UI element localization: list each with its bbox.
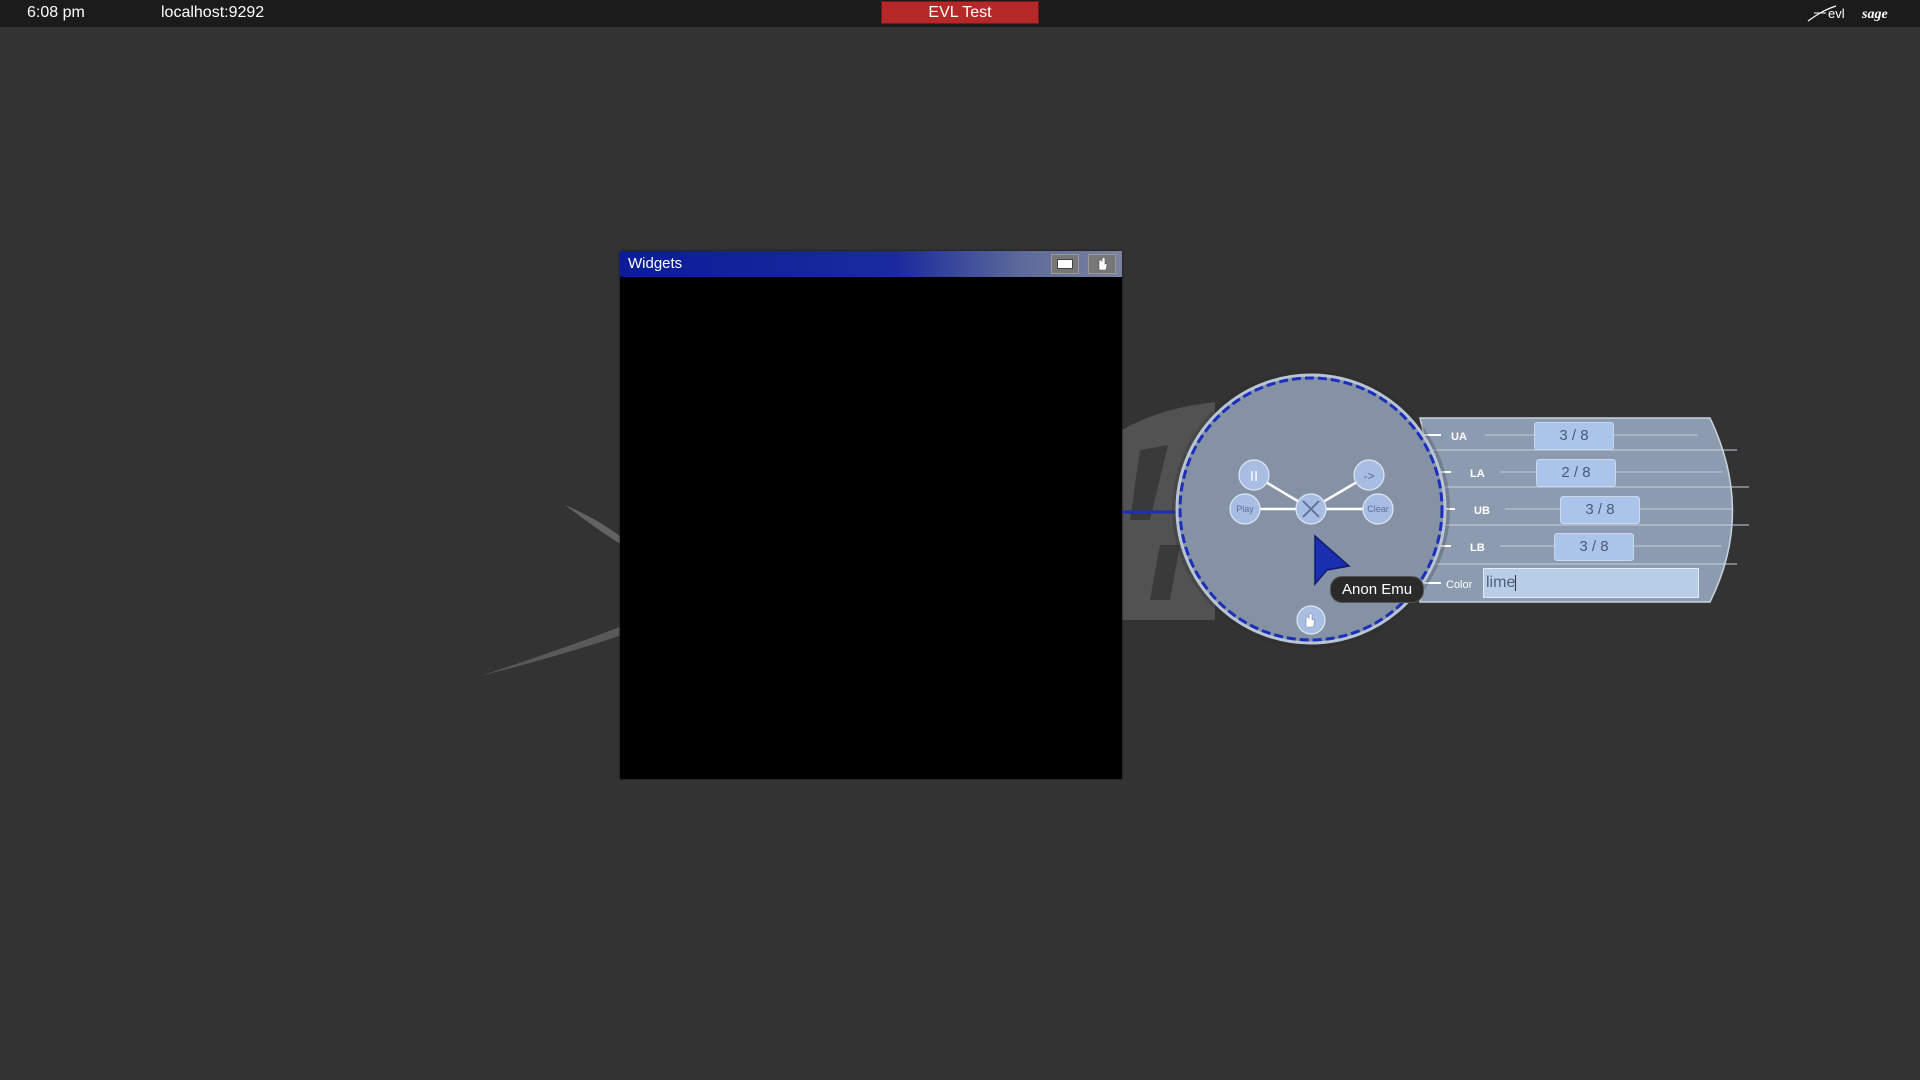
maximize-button[interactable] <box>1051 254 1079 274</box>
radial-menu[interactable]: II -> Play Clear <box>1115 370 1755 650</box>
next-button[interactable]: -> <box>1353 459 1385 491</box>
row-label-ua: UA <box>1451 431 1467 443</box>
svg-text:Clear: Clear <box>1367 504 1389 514</box>
color-text-input[interactable]: lime <box>1483 568 1699 598</box>
next-arrow-icon: -> <box>1363 469 1374 483</box>
pause-button[interactable]: II <box>1238 459 1270 491</box>
text-caret <box>1515 574 1517 591</box>
pause-icon: II <box>1250 468 1258 485</box>
value-ub[interactable]: 3 / 8 <box>1560 496 1640 524</box>
color-label: Color <box>1446 579 1473 591</box>
value-ua[interactable]: 3 / 8 <box>1534 422 1614 450</box>
close-button[interactable] <box>1295 493 1327 525</box>
window-title-bar[interactable]: Widgets <box>620 251 1122 277</box>
svg-text:Play: Play <box>1236 504 1254 514</box>
drag-button[interactable] <box>1088 254 1116 274</box>
play-button[interactable]: Play <box>1229 493 1261 525</box>
value-lb[interactable]: 3 / 8 <box>1554 533 1634 561</box>
row-label-ub: UB <box>1474 505 1490 517</box>
row-label-la: LA <box>1470 468 1485 480</box>
radial-drag-button[interactable] <box>1296 605 1326 635</box>
value-la[interactable]: 2 / 8 <box>1536 459 1616 487</box>
clear-button[interactable]: Clear <box>1362 493 1394 525</box>
window-title: Widgets <box>628 255 683 272</box>
window-content-area[interactable] <box>620 277 1122 779</box>
color-input-value: lime <box>1486 574 1516 591</box>
maximize-icon <box>1057 259 1073 269</box>
pointer-user-label: Anon Emu <box>1330 576 1425 603</box>
widgets-app-window[interactable]: Widgets <box>620 251 1122 779</box>
drag-hand-icon <box>1098 257 1108 271</box>
row-label-lb: LB <box>1470 542 1485 554</box>
